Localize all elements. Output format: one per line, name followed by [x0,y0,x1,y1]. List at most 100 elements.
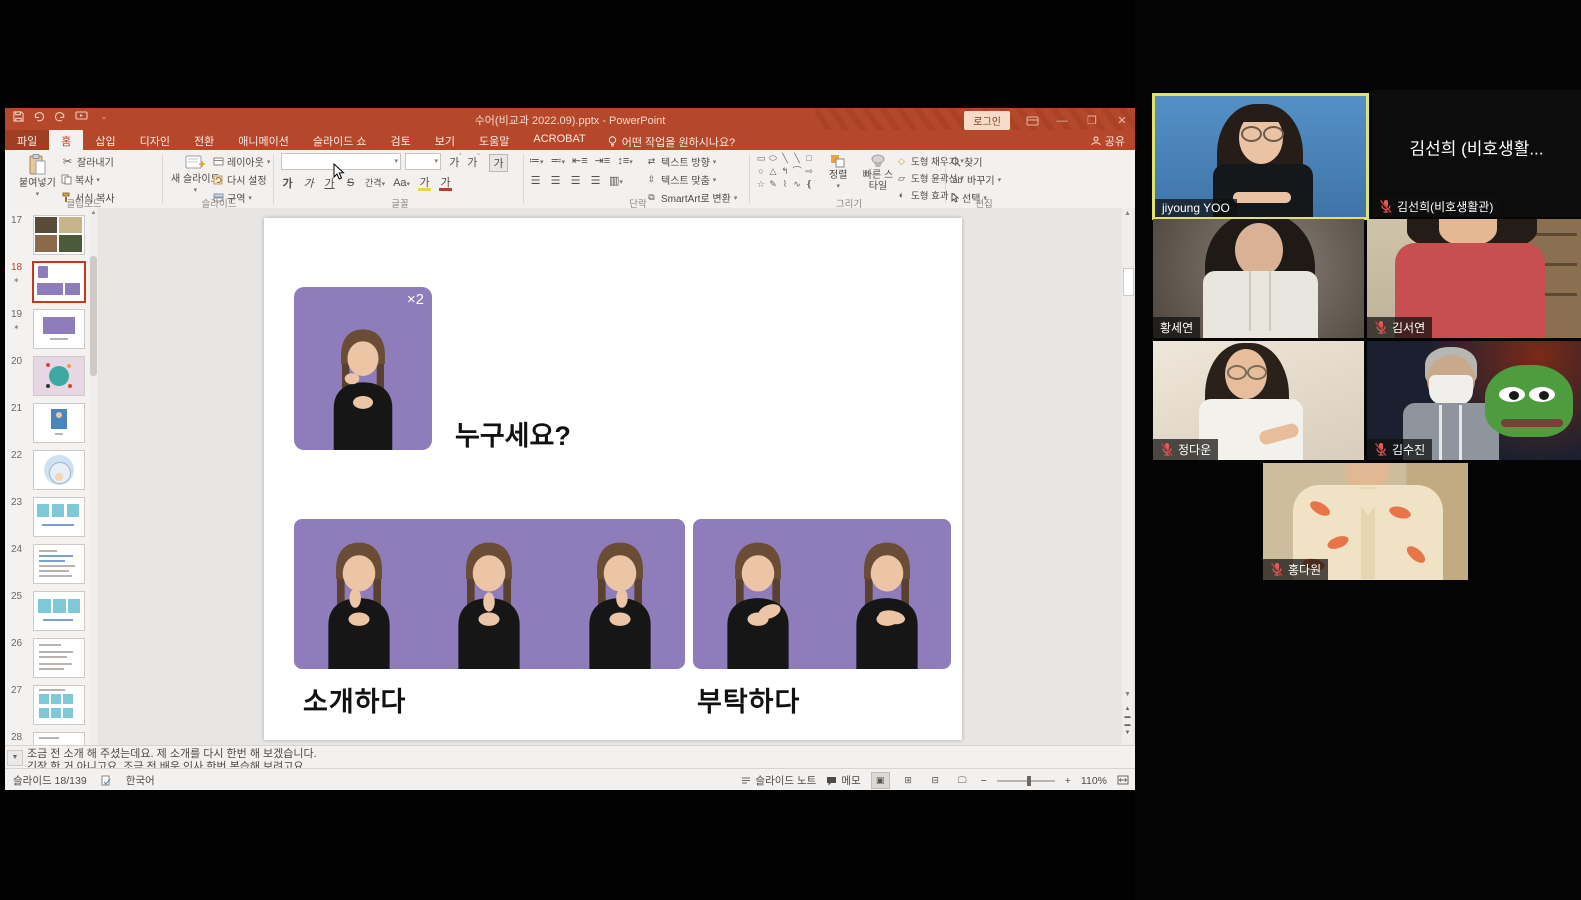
find-button[interactable]: 찾기 [951,154,1001,169]
columns-button[interactable]: ▥▾ [609,174,623,187]
align-left-button[interactable]: ☰ [529,174,542,187]
thumbnail-slide-27[interactable]: 27 [5,682,89,729]
spellcheck-icon[interactable] [101,775,112,786]
layout-button[interactable]: 레이아웃▾ [213,154,270,169]
thumbnail-slide-19[interactable]: 19 ✶ [5,306,89,353]
paste-button[interactable]: 붙여넣기 ▾ [15,152,60,201]
normal-view-button[interactable]: ▣ [871,772,890,789]
slide-question-text[interactable]: 누구세요? [455,414,571,453]
login-button[interactable]: 로그인 [964,111,1010,130]
line-spacing-button[interactable]: ↕≡▾ [617,155,632,167]
zoom-level[interactable]: 110% [1081,775,1107,787]
arrange-button[interactable]: 정렬 ▾ [825,152,851,193]
quick-styles-button[interactable]: 빠른 스타일 [857,152,899,194]
justify-button[interactable]: ☰ [589,174,602,187]
participant-tile-kim-sunhee[interactable]: 김선희 (비호생활... 김선희(비호생활관) [1372,90,1581,217]
ribbon-display-options-icon[interactable] [1026,116,1039,126]
copy-button[interactable]: 복사▾ [61,172,115,187]
replace-button[interactable]: ab바꾸기▾ [951,172,1001,187]
shapes-gallery[interactable]: ▭⬭╲╲□ ○△↰⌒⇨ ☆✎⌇∿❴ [755,152,819,191]
numbering-button[interactable]: ≕▾ [551,154,566,167]
thumbnail-slide-21[interactable]: 21 [5,400,89,447]
sign-card-repeat[interactable]: ×2 [294,287,432,450]
sign-panel-introduce[interactable] [294,519,685,669]
strikethrough-button[interactable]: S [344,177,357,189]
zoom-in-button[interactable]: + [1065,775,1071,787]
zoom-out-button[interactable]: − [981,775,987,787]
participant-tile-hwang-seyeon[interactable]: 황세연 [1153,219,1364,338]
notes-collapse-icon[interactable]: ▼ [7,750,23,766]
slide-sorter-view-button[interactable]: ⊞ [900,773,917,788]
thumbnail-slide-25[interactable]: 25 [5,588,89,635]
tab-slideshow[interactable]: 슬라이드 쇼 [301,130,379,150]
thumbnail-slide-22[interactable]: 22 [5,447,89,494]
thumbnail-slide-20[interactable]: 20 [5,353,89,400]
reset-button[interactable]: 다시 설정 [213,172,270,187]
scrollbar-thumb[interactable] [90,256,97,376]
slideshow-view-button[interactable]: 🖵 [954,773,971,788]
caption-introduce[interactable]: 소개하다 [303,680,406,719]
next-slide-button[interactable]: ▬▼ [1122,721,1133,737]
vertical-scrollbar[interactable]: ▲ ▼ [1122,208,1133,745]
close-icon[interactable]: ✕ [1115,114,1129,127]
character-spacing-button[interactable]: 간격▾ [365,176,385,189]
tab-help[interactable]: 도움말 [467,130,521,150]
memo-button[interactable]: 메모 [826,773,860,788]
tab-home[interactable]: 홈 [49,130,83,150]
text-direction-button[interactable]: ⇄텍스트 방향▾ [645,154,737,169]
scroll-up-icon[interactable]: ▲ [89,210,98,216]
cut-button[interactable]: ✂잘라내기 [61,154,115,169]
scroll-down-icon[interactable]: ▼ [1122,691,1133,698]
thumbnail-slide-18-selected[interactable]: 18 ✶ [5,259,89,306]
tab-insert[interactable]: 삽입 [83,130,127,150]
font-color-button[interactable]: 가 [439,174,452,191]
shrink-font-button[interactable]: 가ˇ [467,154,480,170]
increase-indent-button[interactable]: ⇥≡ [595,154,611,167]
tab-animations[interactable]: 애니메이션 [226,130,301,150]
reading-view-button[interactable]: ⊟ [927,773,944,788]
text-highlight-button[interactable]: 가 [418,174,431,191]
tab-view[interactable]: 보기 [423,130,467,150]
thumbnail-slide-17[interactable]: 17 [5,212,89,259]
notes-toggle-button[interactable]: 슬라이드 노트 [741,773,816,788]
bullets-button[interactable]: ≔▾ [529,154,544,167]
scroll-up-icon[interactable]: ▲ [1122,210,1133,217]
zoom-slider-thumb[interactable] [1027,776,1031,786]
participant-tile-jiyoung-yoo[interactable]: jiyoung YOO [1152,93,1369,220]
thumbnail-slide-24[interactable]: 24 [5,541,89,588]
slide-indicator[interactable]: 슬라이드 18/139 [13,773,87,788]
thumbnail-slide-26[interactable]: 26 [5,635,89,682]
font-size-combo[interactable]: ▾ [405,153,441,170]
decrease-indent-button[interactable]: ⇤≡ [572,154,588,167]
align-text-button[interactable]: ⇳텍스트 맞춤▾ [645,172,737,187]
italic-button[interactable]: 가 [302,175,315,191]
maximize-icon[interactable]: ❐ [1085,114,1099,127]
notes-pane[interactable]: ▼ 조금 전 소개 해 주셨는데요. 제 소개를 다시 한번 해 보겠습니다. … [5,745,1135,769]
align-center-button[interactable]: ☰ [549,174,562,187]
tab-design[interactable]: 디자인 [128,130,182,150]
tell-me-box[interactable]: 어떤 작업을 원하시나요? [598,130,745,150]
tab-review[interactable]: 검토 [379,130,423,150]
slide-18[interactable]: ×2 누구세요? [264,218,962,740]
tab-transitions[interactable]: 전환 [182,130,226,150]
sign-panel-request[interactable] [693,519,951,669]
participant-tile-hong-dawon[interactable]: 홍다원 [1263,463,1468,580]
clear-formatting-button[interactable]: 가 [489,154,508,172]
share-button[interactable]: 공유 [1091,133,1125,149]
tab-acrobat[interactable]: ACROBAT [521,130,597,150]
change-case-button[interactable]: Aa▾ [393,177,410,189]
zoom-slider[interactable] [997,780,1055,782]
participant-tile-kim-seoyeon[interactable]: 김서연 [1367,219,1581,338]
grow-font-button[interactable]: 가ˆ [449,154,462,170]
tab-file[interactable]: 파일 [5,130,49,150]
scrollbar-thumb[interactable] [1123,268,1134,296]
bold-button[interactable]: 가 [281,175,294,191]
thumbnail-slide-28[interactable]: 28 [5,729,89,745]
thumbnail-slide-23[interactable]: 23 [5,494,89,541]
caption-request[interactable]: 부탁하다 [697,680,800,719]
minimize-icon[interactable]: — [1055,115,1069,127]
language-indicator[interactable]: 한국어 [126,773,155,788]
participant-tile-jung-dawoon[interactable]: 정다운 [1153,341,1364,460]
participant-tile-kim-sujin[interactable]: 김수진 [1367,341,1581,460]
previous-slide-button[interactable]: ▲▬ [1122,705,1133,721]
